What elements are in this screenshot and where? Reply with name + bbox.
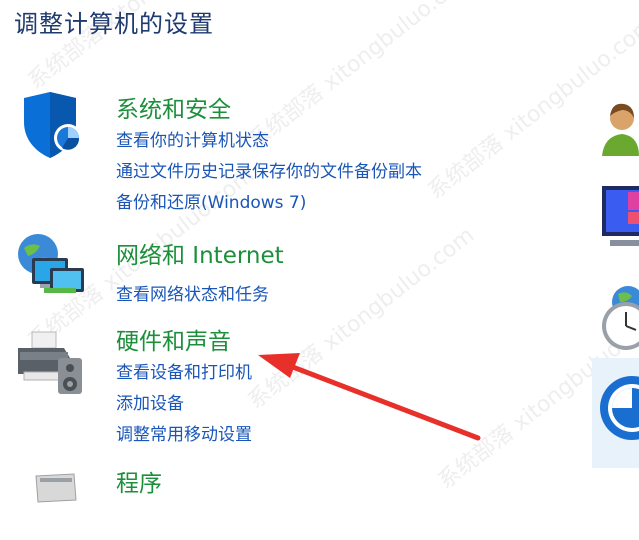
appearance-monitor-icon[interactable] [600, 182, 639, 252]
category-title-network-internet[interactable]: 网络和 Internet [116, 236, 284, 270]
link-mobility-settings[interactable]: 调整常用移动设置 [116, 420, 252, 445]
shield-icon[interactable] [14, 90, 84, 160]
watermark: 系统部落 xitongbuluo.com [243, 0, 480, 155]
printer-speaker-icon[interactable] [14, 328, 84, 398]
link-add-device[interactable]: 添加设备 [116, 389, 184, 414]
link-file-history-backup[interactable]: 通过文件历史记录保存你的文件备份副本 [116, 157, 422, 182]
page-title: 调整计算机的设置 [14, 10, 214, 38]
category-title-programs[interactable]: 程序 [116, 464, 162, 498]
category-title-hardware-sound[interactable]: 硬件和声音 [116, 322, 231, 356]
clock-region-icon[interactable] [598, 280, 639, 356]
network-globe-icon[interactable] [14, 232, 84, 302]
annotation-arrow [258, 353, 481, 441]
programs-icon[interactable] [14, 470, 84, 540]
ease-of-access-icon[interactable] [598, 368, 639, 448]
user-accounts-icon[interactable] [600, 96, 639, 162]
category-title-system-security[interactable]: 系统和安全 [116, 90, 231, 124]
link-devices-printers[interactable]: 查看设备和打印机 [116, 358, 252, 383]
link-network-status-tasks[interactable]: 查看网络状态和任务 [116, 280, 269, 305]
link-backup-restore[interactable]: 备份和还原(Windows 7) [116, 188, 306, 213]
link-check-computer-status[interactable]: 查看你的计算机状态 [116, 126, 269, 151]
